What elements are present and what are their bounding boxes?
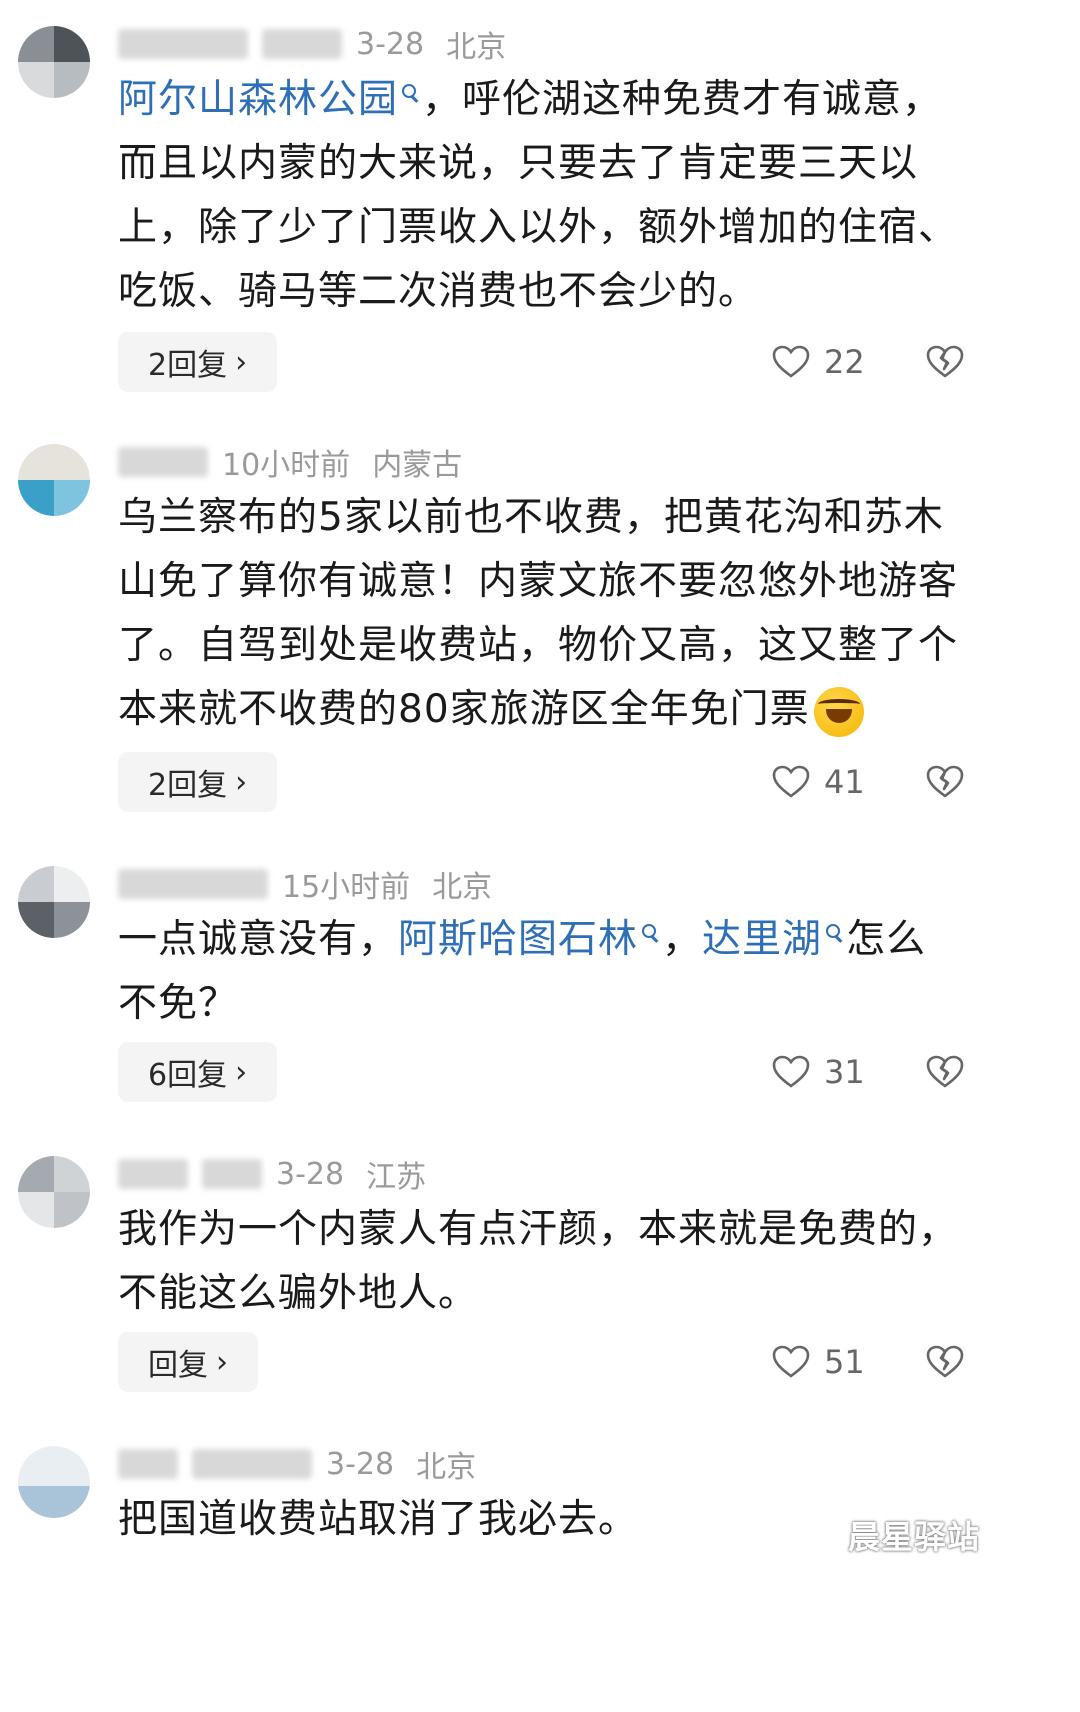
comment-text: 一点诚意没有，阿斯哈图石林 ，达里湖 怎么不免？ [118, 908, 966, 1036]
like-button[interactable]: 31 [772, 1042, 865, 1102]
comment-location: 北京 [432, 870, 493, 905]
chevron-right-icon: › [216, 1344, 228, 1380]
username-redacted [202, 1159, 262, 1189]
comment-meta: 3-28 北京 [118, 1440, 476, 1488]
like-count: 51 [824, 1343, 865, 1381]
replies-button[interactable]: 回复 › [118, 1332, 258, 1392]
username-redacted [262, 29, 342, 59]
avatar[interactable] [18, 866, 90, 938]
laugh-cry-emoji-icon [813, 686, 864, 737]
search-icon [642, 924, 657, 938]
broken-heart-icon [926, 1345, 964, 1378]
heart-icon [772, 1345, 810, 1378]
avatar[interactable] [18, 1156, 90, 1228]
like-count: 22 [824, 343, 865, 381]
replies-button[interactable]: 6回复 › [118, 1042, 278, 1102]
dislike-button[interactable] [926, 332, 964, 392]
comment-time: 3-28 [356, 26, 425, 62]
replies-button[interactable]: 2回复 › [118, 752, 278, 812]
comment-time: 10小时前 [222, 448, 351, 483]
comment-meta: 3-28 江苏 [118, 1150, 426, 1198]
topic-link[interactable]: 阿尔山森林公园 [118, 77, 398, 122]
replies-label: 2回复 [148, 348, 228, 383]
chevron-right-icon: › [235, 764, 248, 800]
dislike-button[interactable] [926, 1332, 964, 1392]
like-button[interactable]: 41 [772, 752, 865, 812]
comment-meta: 15小时前 北京 [118, 860, 492, 908]
broken-heart-icon [926, 1055, 964, 1088]
comment-time: 3-28 [276, 1156, 345, 1192]
chevron-right-icon: › [235, 344, 248, 380]
comment-meta: 10小时前 内蒙古 [118, 438, 462, 486]
comment-location: 北京 [446, 30, 507, 65]
comment-meta: 3-28 北京 [118, 20, 506, 68]
comment-text-segment: ， [662, 917, 703, 962]
comment-text: 我作为一个内蒙人有点汗颜，本来就是免费的，不能这么骗外地人。 [118, 1198, 966, 1326]
dislike-button[interactable] [926, 1042, 964, 1102]
username-redacted[interactable] [118, 1159, 188, 1189]
comment-text: 把国道收费站取消了我必去。 [118, 1488, 966, 1552]
comment-location: 江苏 [366, 1160, 427, 1195]
like-count: 41 [824, 763, 865, 801]
comment-text-segment: 把国道收费站取消了我必去。 [118, 1497, 639, 1542]
search-icon [826, 924, 841, 938]
comment-text-segment: 一点诚意没有， [118, 917, 399, 962]
like-button[interactable]: 22 [772, 332, 865, 392]
watermark: 晨星驿站 [848, 1518, 981, 1556]
heart-icon [772, 345, 810, 378]
heart-icon [772, 1055, 810, 1088]
like-button[interactable]: 51 [772, 1332, 865, 1392]
comment-text: 阿尔山森林公园 ，呼伦湖这种免费才有诚意，而且以内蒙的大来说，只要去了肯定要三天以… [118, 68, 966, 324]
comment-text-segment: 我作为一个内蒙人有点汗颜，本来就是免费的，不能这么骗外地人。 [118, 1207, 959, 1316]
like-count: 31 [824, 1053, 865, 1091]
topic-link[interactable]: 阿斯哈图石林 [398, 917, 638, 962]
dislike-button[interactable] [926, 752, 964, 812]
search-icon [402, 84, 417, 98]
heart-icon [772, 765, 810, 798]
broken-heart-icon [926, 765, 964, 798]
comment-location: 北京 [416, 1450, 477, 1485]
replies-label: 回复 [148, 1348, 208, 1383]
username-redacted[interactable] [118, 869, 268, 899]
broken-heart-icon [926, 345, 964, 378]
avatar[interactable] [18, 1446, 90, 1518]
comment-text: 乌兰察布的5家以前也不收费，把黄花沟和苏木山免了算你有诚意！内蒙文旅不要忽悠外地… [118, 486, 966, 742]
replies-button[interactable]: 2回复 › [118, 332, 278, 392]
comment-time: 3-28 [326, 1446, 395, 1482]
username-redacted[interactable] [118, 29, 248, 59]
chevron-right-icon: › [235, 1054, 248, 1090]
comment-time: 15小时前 [282, 870, 411, 905]
username-redacted[interactable] [118, 1449, 178, 1479]
replies-label: 6回复 [148, 1058, 228, 1093]
username-redacted[interactable] [118, 447, 208, 477]
avatar[interactable] [18, 444, 90, 516]
topic-link[interactable]: 达里湖 [702, 917, 822, 962]
username-redacted [192, 1449, 312, 1479]
comment-feed: 3-28 北京 阿尔山森林公园 ，呼伦湖这种免费才有诚意，而且以内蒙的大来说，只要… [0, 0, 1080, 1712]
replies-label: 2回复 [148, 768, 228, 803]
comment-location: 内蒙古 [372, 448, 463, 483]
avatar[interactable] [18, 26, 90, 98]
